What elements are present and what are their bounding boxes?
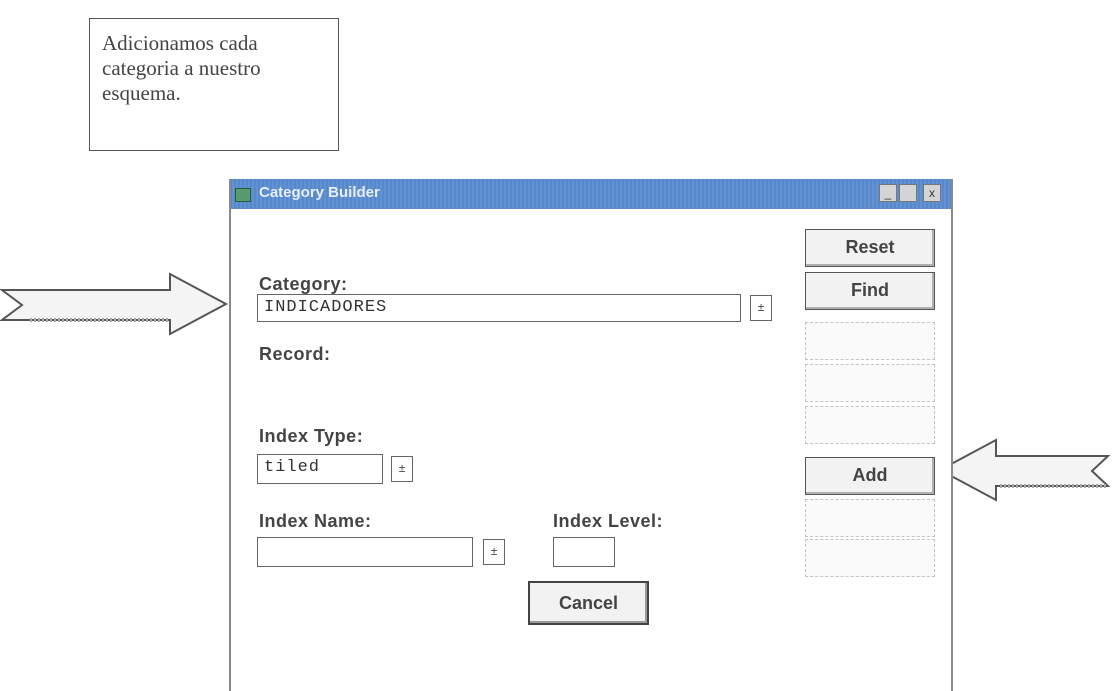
close-button[interactable]: x xyxy=(923,184,941,202)
add-button[interactable]: Add xyxy=(805,457,935,495)
note-line-3: esquema. xyxy=(102,81,181,105)
left-arrow-icon xyxy=(0,272,229,336)
index-type-label: Index Type: xyxy=(259,426,364,446)
index-type-input[interactable]: tiled xyxy=(257,454,383,484)
disabled-button-4[interactable] xyxy=(805,364,935,402)
right-arrow-icon xyxy=(937,438,1111,502)
index-name-label: Index Name: xyxy=(259,511,372,531)
index-level-label: Index Level: xyxy=(553,511,664,531)
reset-button[interactable]: Reset xyxy=(805,229,935,267)
category-input[interactable]: INDICADORES xyxy=(257,294,741,322)
app-icon xyxy=(235,188,251,202)
index-type-dropdown-button[interactable]: ± xyxy=(391,456,413,482)
index-name-input[interactable] xyxy=(257,537,473,567)
category-label: Category: xyxy=(259,274,348,294)
maximize-button[interactable] xyxy=(899,184,917,202)
record-label: Record: xyxy=(259,344,331,364)
dropdown-arrow-icon: ± xyxy=(398,461,406,475)
dropdown-arrow-icon: ± xyxy=(757,300,765,314)
index-level-input[interactable] xyxy=(553,537,615,567)
window-title: Category Builder xyxy=(259,184,380,201)
minimize-button[interactable]: _ xyxy=(879,184,897,202)
disabled-button-8[interactable] xyxy=(805,539,935,577)
disabled-button-3[interactable] xyxy=(805,322,935,360)
note-line-2: categoria a nuestro xyxy=(102,56,261,80)
find-button[interactable]: Find xyxy=(805,272,935,310)
title-bar[interactable]: Category Builder _ x xyxy=(231,179,951,209)
dropdown-arrow-icon: ± xyxy=(490,544,498,558)
index-name-dropdown-button[interactable]: ± xyxy=(483,539,505,565)
category-dropdown-button[interactable]: ± xyxy=(750,295,772,321)
disabled-button-5[interactable] xyxy=(805,406,935,444)
category-builder-window: Category Builder _ x Category: INDICADOR… xyxy=(229,179,953,691)
note-line-1: Adicionamos cada xyxy=(102,31,258,55)
annotation-note: Adicionamos cada categoria a nuestro esq… xyxy=(89,18,339,151)
cancel-button[interactable]: Cancel xyxy=(528,581,649,625)
disabled-button-7[interactable] xyxy=(805,499,935,537)
